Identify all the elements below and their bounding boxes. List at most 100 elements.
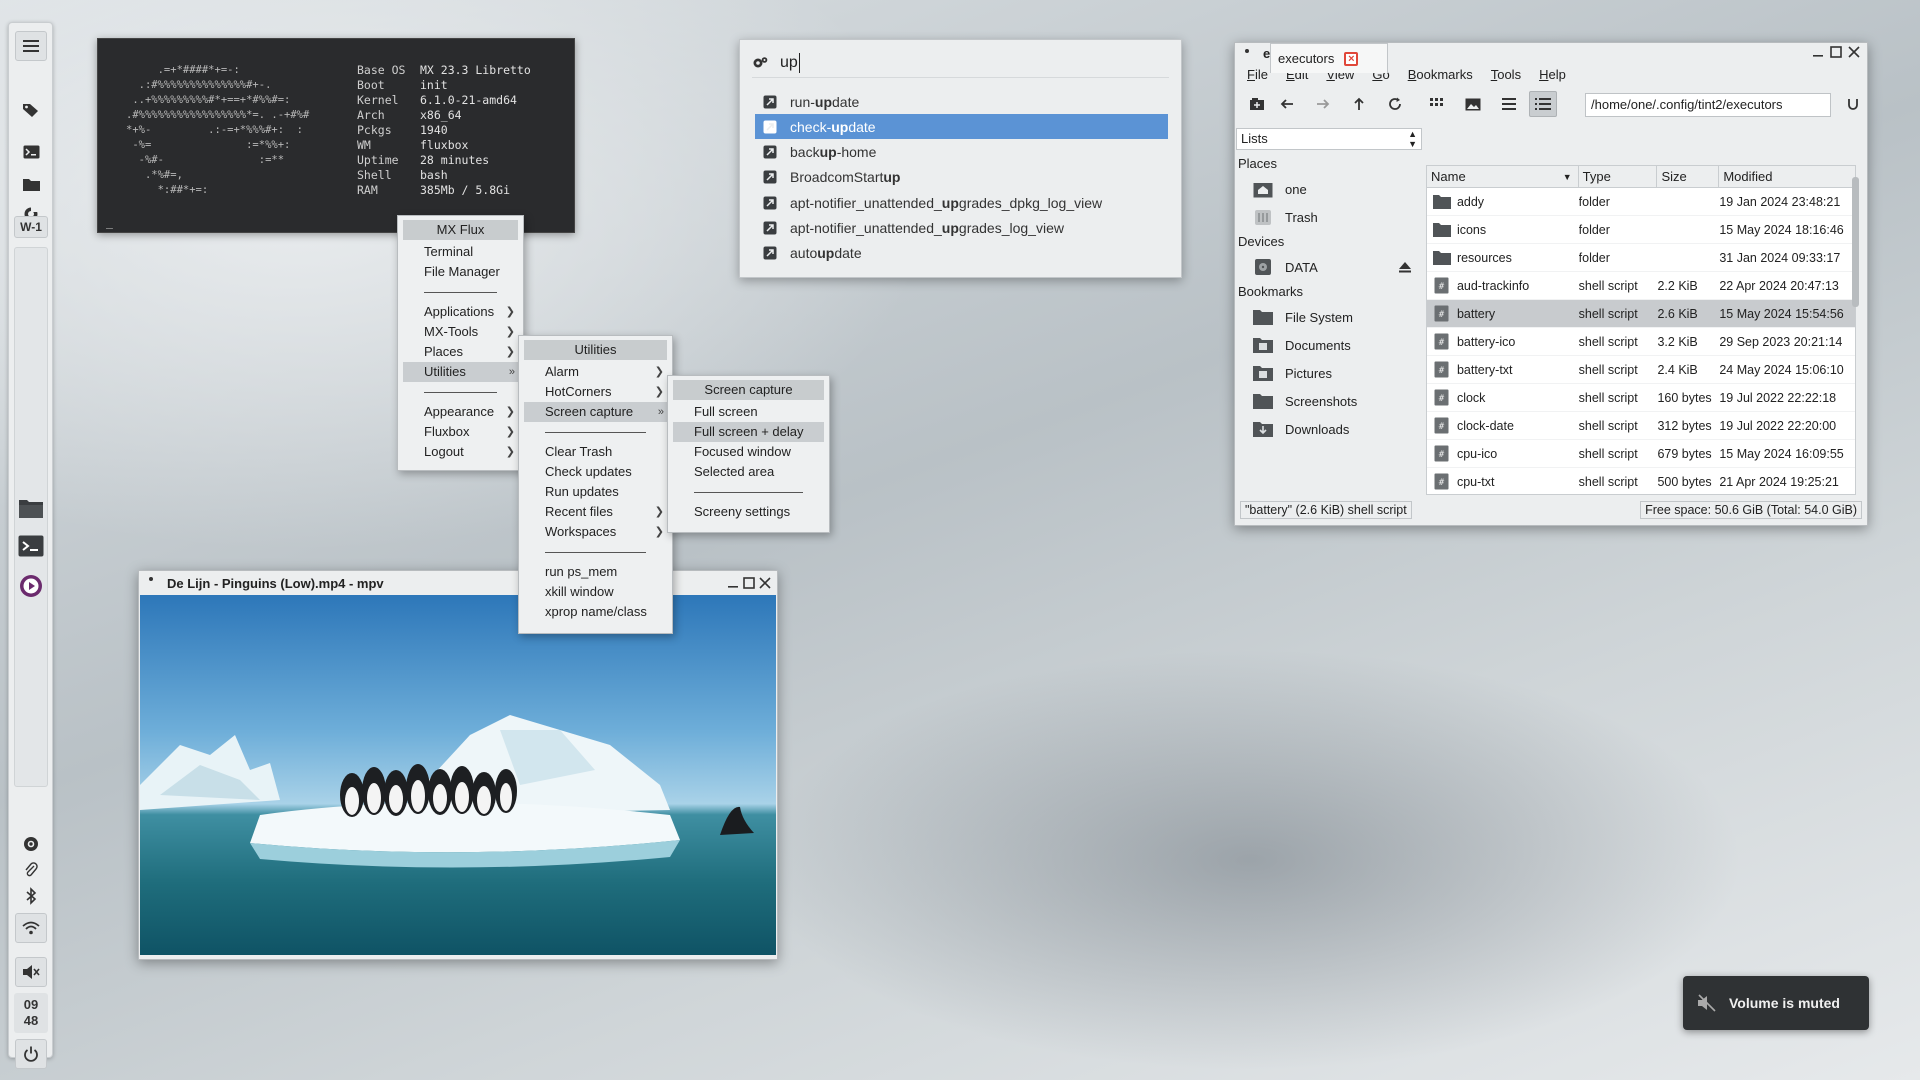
file-row[interactable]: # battery-txt shell script 2.4 KiB 24 May 20… [1427, 356, 1855, 384]
file-row[interactable]: # aud-trackinfo shell script 2.2 KiB 22 Apr … [1427, 272, 1855, 300]
menu-item-places[interactable]: Places ❯ [398, 342, 523, 362]
tab-executors[interactable]: executors × [1270, 43, 1388, 73]
panel-clock[interactable]: 09 48 [14, 993, 48, 1033]
menu-item-fluxbox[interactable]: Fluxbox ❯ [398, 422, 523, 442]
menu-item-run-ps-mem[interactable]: run ps_mem [519, 562, 672, 582]
app-launcher[interactable]: up run-update check-update backup-home Broa… [739, 39, 1182, 278]
bookmark-file-system[interactable]: File System [1235, 303, 1423, 331]
menu-item-screen-capture[interactable]: Screen capture » [524, 402, 667, 422]
path-bar-input[interactable]: /home/one/.config/tint2/executors [1585, 93, 1831, 117]
launcher-search-row[interactable]: up [752, 48, 1169, 78]
file-row[interactable]: addy folder 19 Jan 2024 23:48:21 [1427, 188, 1855, 216]
go-path-icon[interactable] [1839, 91, 1867, 117]
file-row[interactable]: # clock shell script 160 bytes 19 Jul 2022 2… [1427, 384, 1855, 412]
launcher-result[interactable]: run-update [755, 89, 1168, 114]
up-icon[interactable] [1345, 91, 1373, 117]
column-modified[interactable]: Modified [1719, 166, 1855, 188]
power-icon[interactable] [15, 1039, 47, 1069]
window-menu-dot[interactable] [149, 577, 153, 581]
launcher-result[interactable]: apt-notifier_unattended_upgrades_log_vie… [755, 216, 1168, 241]
launcher-result[interactable]: BroadcomStartup [755, 165, 1168, 190]
bookmark-documents[interactable]: Documents [1235, 331, 1423, 359]
back-icon[interactable] [1273, 91, 1301, 117]
maximize-icon[interactable] [743, 577, 755, 592]
column-size[interactable]: Size [1657, 166, 1720, 188]
file-row[interactable]: icons folder 15 May 2024 18:16:46 [1427, 216, 1855, 244]
mpv-titlebar[interactable]: De Lijn - Pinguins (Low).mp4 - mpv [139, 571, 777, 595]
utilities-menu[interactable]: Utilities Alarm ❯ HotCorners ❯ Screen capt… [518, 335, 673, 634]
bluetooth-icon[interactable] [15, 881, 47, 911]
workspace-label[interactable]: W-1 [14, 216, 48, 238]
launcher-result[interactable]: autoupdate [755, 241, 1168, 266]
tags-icon[interactable] [15, 95, 47, 125]
file-list-scrollbar[interactable] [1852, 167, 1859, 495]
screen-capture-menu[interactable]: Screen capture Full screen Full screen +… [667, 375, 830, 533]
menu-icon[interactable] [15, 31, 47, 61]
menu-item-check-updates[interactable]: Check updates [519, 462, 672, 482]
folder-icon[interactable] [15, 169, 47, 199]
menu-file[interactable]: File [1247, 67, 1268, 82]
place-home[interactable]: one [1235, 175, 1423, 203]
side-pane-mode-select[interactable]: Lists ▲ ▼ [1236, 128, 1422, 150]
file-row[interactable]: resources folder 31 Jan 2024 09:33:17 [1427, 244, 1855, 272]
bookmark-downloads[interactable]: Downloads [1235, 415, 1423, 443]
thumbnail-view-icon[interactable] [1459, 91, 1487, 117]
menu-item-recent-files[interactable]: Recent files ❯ [519, 502, 672, 522]
menu-item-workspaces[interactable]: Workspaces ❯ [519, 522, 672, 542]
menu-item-xkill-window[interactable]: xkill window [519, 582, 672, 602]
mpv-window[interactable]: De Lijn - Pinguins (Low).mp4 - mpv [138, 570, 778, 960]
volume-muted-icon[interactable] [15, 957, 47, 987]
menu-item-selected-area[interactable]: Selected area [668, 462, 829, 482]
launcher-search-input[interactable]: up [780, 52, 800, 73]
menu-item-alarm[interactable]: Alarm ❯ [519, 362, 672, 382]
device-data[interactable]: DATA [1235, 253, 1423, 281]
menu-item-hotcorners[interactable]: HotCorners ❯ [519, 382, 672, 402]
forward-icon[interactable] [1309, 91, 1337, 117]
icon-view-icon[interactable] [1423, 91, 1451, 117]
window-menu-dot[interactable] [1245, 49, 1249, 53]
column-name[interactable]: Name ▼ [1427, 166, 1579, 188]
menu-tools[interactable]: Tools [1491, 67, 1521, 82]
media-player-icon[interactable] [15, 571, 47, 601]
launcher-result[interactable]: backup-home [755, 140, 1168, 165]
place-trash[interactable]: Trash [1235, 203, 1423, 231]
file-row[interactable]: # cpu-ico shell script 679 bytes 15 May 2024… [1427, 440, 1855, 468]
detailed-list-view-icon[interactable] [1529, 91, 1557, 117]
terminal-window[interactable]: .=+*####*+=-: .:#%%%%%%%%%%%%%%#+-. ..+%… [97, 38, 575, 233]
bookmark-screenshots[interactable]: Screenshots [1235, 387, 1423, 415]
menu-bookmarks[interactable]: Bookmarks [1408, 67, 1473, 82]
menu-item-mx-tools[interactable]: MX-Tools ❯ [398, 322, 523, 342]
scrollbar-thumb[interactable] [1852, 177, 1859, 307]
menu-item-xprop[interactable]: xprop name/class [519, 602, 672, 622]
menu-item-full-screen-delay[interactable]: Full screen + delay [673, 422, 824, 442]
new-tab-icon[interactable] [1243, 91, 1271, 117]
volume-notification[interactable]: Volume is muted [1683, 976, 1869, 1030]
menu-item-clear-trash[interactable]: Clear Trash [519, 442, 672, 462]
file-row[interactable]: # battery-ico shell script 3.2 KiB 29 Sep 20… [1427, 328, 1855, 356]
file-row[interactable]: # clock-date shell script 312 bytes 19 Jul 2… [1427, 412, 1855, 440]
launcher-result[interactable]: apt-notifier_unattended_upgrades_dpkg_lo… [755, 190, 1168, 215]
menu-item-run-updates[interactable]: Run updates [519, 482, 672, 502]
reload-icon[interactable] [1381, 91, 1409, 117]
launcher-result[interactable]: check-update [755, 114, 1168, 140]
terminal-app-icon[interactable] [15, 531, 47, 561]
minimize-icon[interactable] [1811, 45, 1825, 62]
bookmark-pictures[interactable]: Pictures [1235, 359, 1423, 387]
minimize-icon[interactable] [727, 577, 739, 592]
file-manager-icon[interactable] [15, 493, 47, 523]
column-type[interactable]: Type [1579, 166, 1658, 188]
menu-item-terminal[interactable]: Terminal [398, 242, 523, 262]
menu-item-full-screen[interactable]: Full screen [668, 402, 829, 422]
video-frame[interactable] [140, 595, 776, 955]
menu-item-logout[interactable]: Logout ❯ [398, 442, 523, 462]
terminal-icon[interactable] [15, 137, 47, 167]
maximize-icon[interactable] [1829, 45, 1843, 62]
menu-item-applications[interactable]: Applications ❯ [398, 302, 523, 322]
root-menu[interactable]: MX Flux Terminal File Manager Applicatio… [397, 215, 524, 471]
menu-item-file-manager[interactable]: File Manager [398, 262, 523, 282]
file-row[interactable]: # battery shell script 2.6 KiB 15 May 2024 1… [1427, 300, 1855, 328]
eject-icon[interactable] [1399, 261, 1411, 276]
menu-help[interactable]: Help [1539, 67, 1566, 82]
menu-item-utilities[interactable]: Utilities » [403, 362, 518, 382]
menu-item-focused-window[interactable]: Focused window [668, 442, 829, 462]
